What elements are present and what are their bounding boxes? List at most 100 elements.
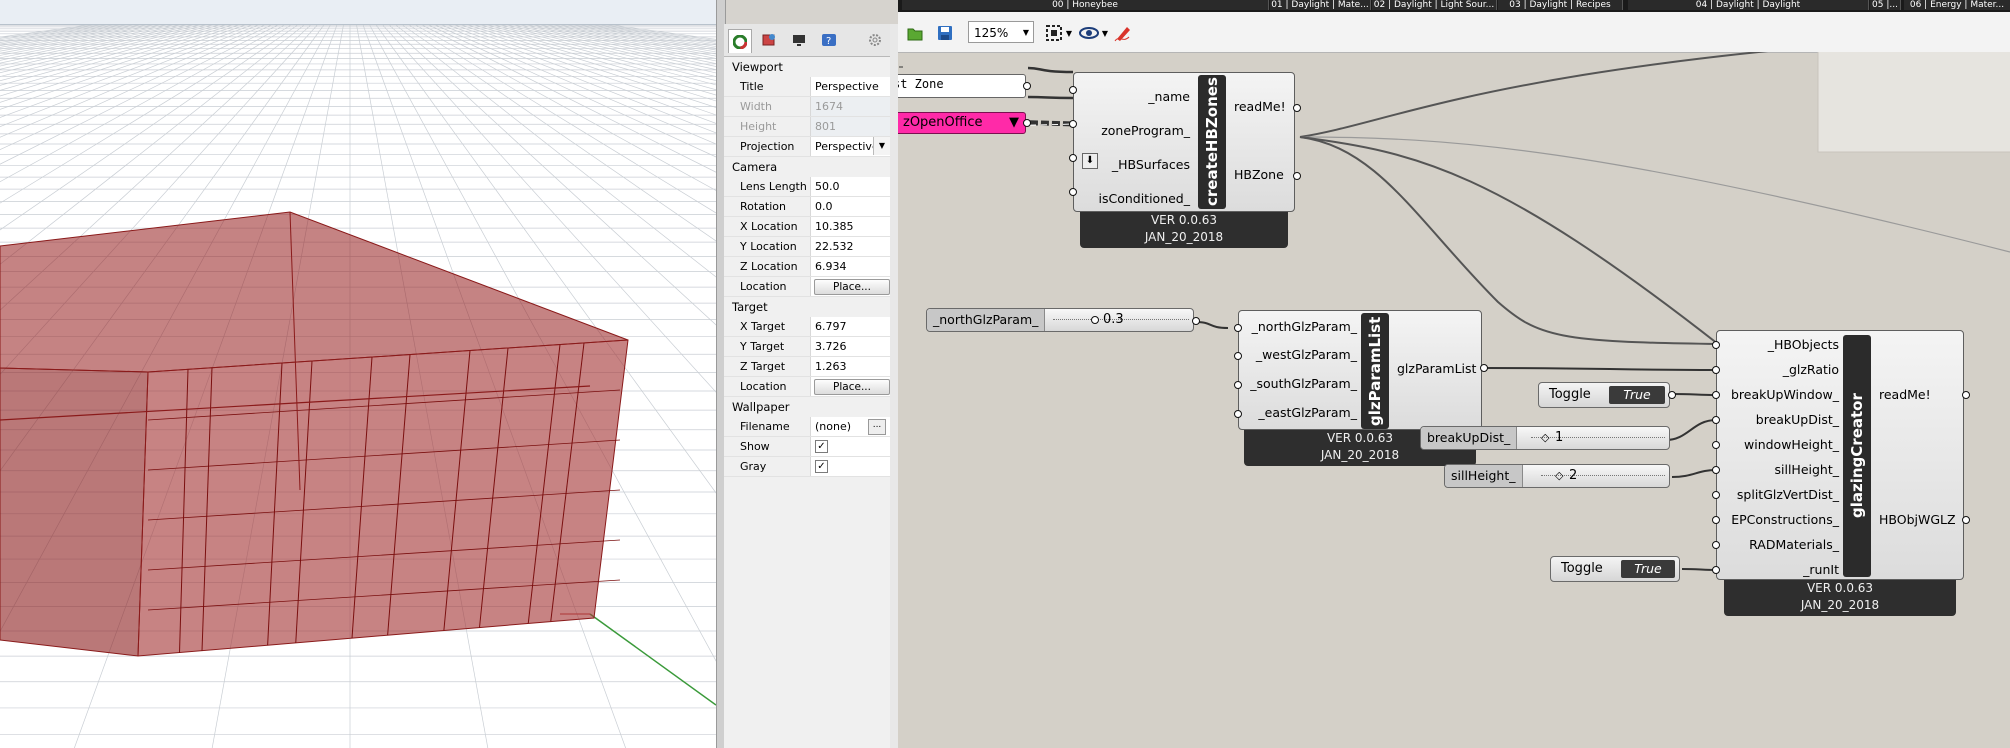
output-grip[interactable] bbox=[1293, 172, 1301, 180]
input-hbobjects[interactable]: _HBObjects bbox=[1768, 337, 1839, 352]
input-grip[interactable] bbox=[1069, 188, 1077, 196]
input-grip[interactable] bbox=[1234, 410, 1242, 418]
color-wheel-icon[interactable] bbox=[728, 29, 752, 53]
input-grip[interactable] bbox=[1712, 366, 1720, 374]
x-location-field[interactable]: 10.385 bbox=[810, 217, 890, 236]
break-up-dist-slider[interactable]: breakUpDist_ ◇ 1 bbox=[1420, 426, 1670, 450]
z-location-field[interactable]: 6.934 bbox=[810, 257, 890, 276]
input-east-glz[interactable]: _eastGlzParam_ bbox=[1258, 405, 1357, 420]
output-grip[interactable] bbox=[1023, 82, 1031, 90]
camera-place-button[interactable]: Place... bbox=[814, 279, 890, 295]
tab-daylight-materials[interactable]: 01 | Daylight | Mate... bbox=[1270, 0, 1371, 10]
z-target-field[interactable]: 1.263 bbox=[810, 357, 890, 376]
input-glz-ratio[interactable]: _glzRatio bbox=[1783, 362, 1839, 377]
input-grip[interactable] bbox=[1712, 541, 1720, 549]
north-glz-slider[interactable]: _northGlzParam_ 0.3 bbox=[926, 308, 1194, 332]
toggle-value[interactable]: True bbox=[1621, 560, 1675, 578]
zoom-options-chevron-icon[interactable]: ▼ bbox=[1064, 22, 1074, 44]
input-rad-materials[interactable]: RADMaterials_ bbox=[1749, 537, 1839, 552]
filename-field[interactable]: (none)... bbox=[810, 417, 890, 436]
output-grip[interactable] bbox=[1023, 119, 1031, 127]
tab-daylight-daylight[interactable]: 04 | Daylight | Daylight bbox=[1628, 0, 1869, 10]
grasshopper-canvas[interactable]: st Zone zOpenOffice ▼ _name zoneProgram_ … bbox=[898, 52, 2010, 748]
input-grip[interactable] bbox=[1712, 466, 1720, 474]
input-grip[interactable] bbox=[1069, 154, 1077, 162]
output-hbzone[interactable]: HBZone bbox=[1234, 167, 1284, 182]
zoom-extents-icon[interactable] bbox=[1044, 22, 1066, 44]
input-grip[interactable] bbox=[1712, 516, 1720, 524]
zone-program-value-list[interactable]: zOpenOffice ▼ bbox=[898, 112, 1026, 134]
preview-eye-icon[interactable] bbox=[1078, 22, 1100, 44]
dropdown-arrow-icon[interactable]: ▼ bbox=[873, 137, 890, 155]
input-is-conditioned[interactable]: isConditioned_ bbox=[1098, 191, 1190, 206]
input-grip[interactable] bbox=[1712, 566, 1720, 574]
x-target-field[interactable]: 6.797 bbox=[810, 317, 890, 336]
output-hbobj-wglz[interactable]: HBObjWGLZ bbox=[1879, 512, 1956, 527]
lens-length-field[interactable]: 50.0 bbox=[810, 177, 890, 196]
input-grip[interactable] bbox=[1712, 341, 1720, 349]
target-place-button[interactable]: Place... bbox=[814, 379, 890, 395]
tab-05[interactable]: 05 |... bbox=[1870, 0, 1901, 10]
input-name[interactable]: _name bbox=[1148, 89, 1190, 104]
triangle-down-icon[interactable]: ▼ bbox=[1009, 113, 1019, 133]
input-zone-program[interactable]: zoneProgram_ bbox=[1101, 123, 1190, 138]
run-it-toggle[interactable]: Toggle True bbox=[1550, 556, 1680, 582]
input-grip[interactable] bbox=[1069, 86, 1077, 94]
input-grip[interactable] bbox=[1234, 324, 1242, 332]
input-break-up-dist[interactable]: breakUpDist_ bbox=[1756, 412, 1839, 427]
title-field[interactable]: Perspective bbox=[810, 77, 890, 96]
input-grip[interactable] bbox=[1712, 491, 1720, 499]
zoom-select[interactable]: 125% ▼ bbox=[968, 21, 1034, 43]
toggle-value[interactable]: True bbox=[1609, 386, 1665, 404]
input-grip[interactable] bbox=[1069, 120, 1077, 128]
input-run-it[interactable]: _runIt bbox=[1803, 562, 1839, 577]
input-west-glz[interactable]: _westGlzParam_ bbox=[1256, 347, 1357, 362]
y-target-field[interactable]: 3.726 bbox=[810, 337, 890, 356]
output-grip[interactable] bbox=[1192, 317, 1200, 325]
input-sill-height[interactable]: sillHeight_ bbox=[1774, 462, 1839, 477]
glzParamList-component[interactable]: _northGlzParam_ _westGlzParam_ _southGlz… bbox=[1238, 310, 1482, 430]
input-grip[interactable] bbox=[1234, 352, 1242, 360]
input-window-height[interactable]: windowHeight_ bbox=[1744, 437, 1839, 452]
tab-energy-materials[interactable]: 06 | Energy | Mater... bbox=[1904, 0, 2010, 10]
input-south-glz[interactable]: _southGlzParam_ bbox=[1250, 376, 1357, 391]
preview-options-chevron-icon[interactable]: ▼ bbox=[1100, 22, 1110, 44]
slider-handle-diamond-icon[interactable]: ◇ bbox=[1555, 469, 1563, 482]
input-ep-constructions[interactable]: EPConstructions_ bbox=[1731, 512, 1839, 527]
slider-handle-diamond-icon[interactable]: ◇ bbox=[1541, 431, 1549, 444]
output-grip[interactable] bbox=[1480, 364, 1488, 372]
slider-handle[interactable] bbox=[1091, 316, 1099, 324]
gear-icon[interactable] bbox=[864, 30, 886, 50]
output-readme[interactable]: readMe! bbox=[1234, 99, 1286, 114]
tab-daylight-light-sources[interactable]: 02 | Daylight | Light Sour... bbox=[1372, 0, 1497, 10]
display-icon[interactable] bbox=[788, 30, 810, 50]
break-up-window-toggle[interactable]: Toggle True bbox=[1538, 382, 1670, 408]
output-glz-param-list[interactable]: glzParamList bbox=[1397, 361, 1476, 376]
gray-checkbox[interactable]: ✓ bbox=[815, 460, 828, 473]
input-grip[interactable] bbox=[1712, 416, 1720, 424]
output-grip[interactable] bbox=[1293, 104, 1301, 112]
input-break-up-window[interactable]: breakUpWindow_ bbox=[1731, 387, 1839, 402]
output-grip[interactable] bbox=[1962, 391, 1970, 399]
input-grip[interactable] bbox=[1712, 391, 1720, 399]
rotation-field[interactable]: 0.0 bbox=[810, 197, 890, 216]
projection-select[interactable]: Perspective ▼ bbox=[810, 137, 890, 156]
input-hbsurfaces[interactable]: _HBSurfaces bbox=[1112, 157, 1190, 172]
tab-honeybee[interactable]: 00 | Honeybee bbox=[902, 0, 1269, 10]
browse-button[interactable]: ... bbox=[868, 419, 886, 435]
save-icon[interactable] bbox=[934, 22, 956, 44]
createHBZones-component[interactable]: _name zoneProgram_ _HBSurfaces isConditi… bbox=[1073, 72, 1295, 212]
y-location-field[interactable]: 22.532 bbox=[810, 237, 890, 256]
open-file-icon[interactable] bbox=[904, 22, 926, 44]
glazingCreator-component[interactable]: _HBObjects _glzRatio breakUpWindow_ brea… bbox=[1716, 330, 1964, 580]
tab-daylight-recipes[interactable]: 03 | Daylight | Recipes bbox=[1498, 0, 1623, 10]
output-grip[interactable] bbox=[1962, 516, 1970, 524]
zone-name-panel[interactable]: st Zone bbox=[898, 74, 1026, 98]
help-icon[interactable]: ? bbox=[818, 30, 840, 50]
output-readme[interactable]: readMe! bbox=[1879, 387, 1931, 402]
material-icon[interactable] bbox=[758, 30, 780, 50]
show-checkbox[interactable]: ✓ bbox=[815, 440, 828, 453]
input-grip[interactable] bbox=[1712, 441, 1720, 449]
input-grip[interactable] bbox=[1234, 381, 1242, 389]
sketch-pen-icon[interactable] bbox=[1112, 22, 1134, 44]
